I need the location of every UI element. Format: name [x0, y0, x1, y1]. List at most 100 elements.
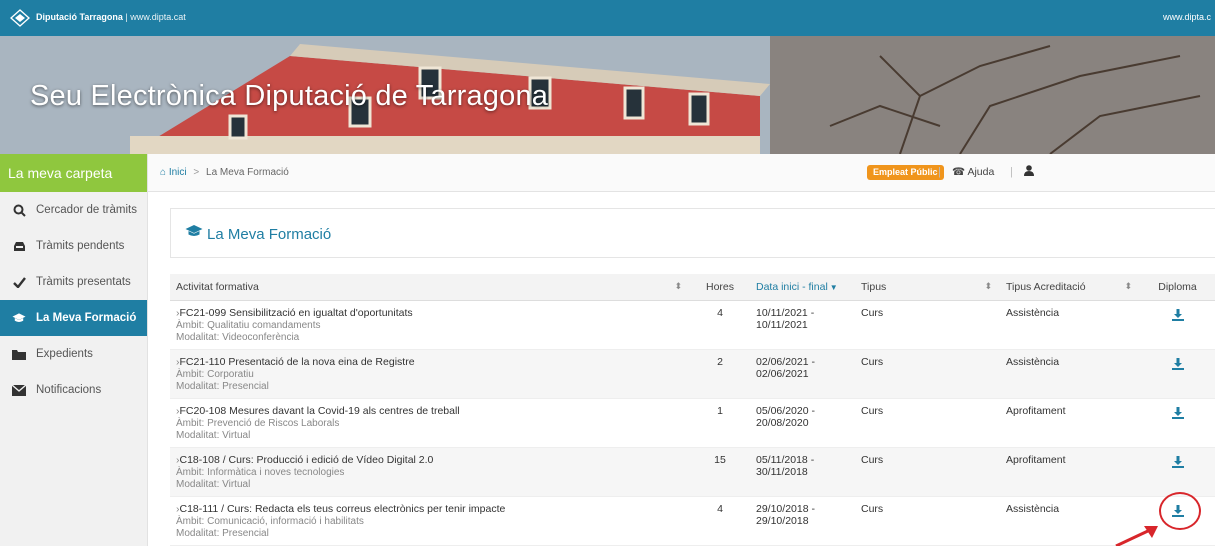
type-cell: Curs — [855, 398, 1000, 448]
breadcrumb-home-link[interactable]: Inici — [169, 167, 187, 178]
sort-icon[interactable]: ⬍ — [984, 281, 992, 292]
column-header-acreditacio[interactable]: Tipus Acreditació ⬍ — [1000, 274, 1140, 301]
sidebar-heading: La meva carpeta — [0, 154, 147, 192]
sidebar-item-label: Cercador de tràmits — [36, 204, 137, 216]
column-header-tipus[interactable]: Tipus ⬍ — [855, 274, 1000, 301]
breadcrumb: ⌂ Inici > La Meva Formació — [160, 167, 289, 178]
download-icon[interactable] — [1171, 357, 1184, 370]
breadcrumb-current: La Meva Formació — [206, 167, 289, 178]
sidebar-item-label: Tràmits presentats — [36, 276, 131, 288]
breadcrumb-separator: > — [193, 167, 200, 178]
activity-title[interactable]: C18-108 / Curs: Producció i edició de Ví… — [180, 454, 434, 466]
table-row[interactable]: ›FC21-099 Sensibilització en igualtat d'… — [170, 300, 1215, 350]
activity-ambit: Àmbit: Qualitatiu comandaments — [176, 319, 321, 331]
header-divider: | — [938, 166, 941, 178]
header-banner: Seu Electrònica Diputació de Tarragona — [0, 36, 1215, 154]
sort-desc-icon[interactable]: ▼ — [830, 283, 838, 292]
accreditation-cell: Aprofitament — [1000, 447, 1140, 497]
type-cell: Curs — [855, 300, 1000, 350]
column-header-hores[interactable]: Hores — [690, 274, 750, 301]
sidebar-item-label: Notificacions — [36, 384, 102, 396]
sidebar-item-formacio[interactable]: La Meva Formació — [0, 300, 147, 336]
phone-icon: ☎ — [952, 166, 966, 178]
type-cell: Curs — [855, 447, 1000, 497]
sidebar-item-notificacions[interactable]: Notificacions — [0, 372, 147, 408]
table-row[interactable]: ›FC20-108 Mesures davant la Covid-19 als… — [170, 398, 1215, 448]
activity-modalitat: Modalitat: Presencial — [176, 527, 269, 539]
activity-title[interactable]: FC20-108 Mesures davant la Covid-19 als … — [180, 405, 460, 417]
dates-cell: 05/11/2018 -30/11/2018 — [750, 447, 855, 497]
diputacio-logo-icon[interactable] — [10, 9, 30, 27]
activity-title[interactable]: C18-111 / Curs: Redacta els teus correus… — [180, 503, 506, 515]
envelope-icon — [12, 383, 26, 397]
dates-cell: 10/11/2021 -10/11/2021 — [750, 300, 855, 350]
highlight-arrow-icon — [1115, 526, 1158, 546]
download-icon[interactable] — [1171, 308, 1184, 321]
home-icon[interactable]: ⌂ — [160, 167, 166, 178]
activity-title[interactable]: FC21-099 Sensibilització en igualtat d'o… — [180, 307, 413, 319]
sidebar: La meva carpeta Cercador de tràmits Tràm… — [0, 154, 148, 546]
accreditation-cell: Assistència — [1000, 349, 1140, 399]
sort-icon[interactable]: ⬍ — [674, 281, 682, 292]
dates-cell: 02/06/2021 -02/06/2021 — [750, 349, 855, 399]
page-title: La Meva Formació — [207, 226, 332, 243]
download-icon[interactable] — [1171, 406, 1184, 419]
breadcrumb-bar: ⌂ Inici > La Meva Formació Empleat Públi… — [148, 154, 1215, 192]
highlight-circle — [1159, 492, 1201, 530]
activity-cell[interactable]: ›FC21-099 Sensibilització en igualtat d'… — [170, 300, 690, 350]
activity-modalitat: Modalitat: Virtual — [176, 478, 251, 490]
column-header-diploma[interactable]: Diploma — [1140, 274, 1215, 301]
table-row[interactable]: ›C18-111 / Curs: Redacta els teus correu… — [170, 496, 1215, 546]
search-icon — [12, 203, 26, 217]
hours-cell: 1 — [690, 398, 750, 448]
column-header-data[interactable]: Data inici - final ▼ — [750, 274, 855, 301]
hours-cell: 2 — [690, 349, 750, 399]
sidebar-item-label: Tràmits pendents — [36, 240, 125, 252]
empleat-public-badge[interactable]: Empleat Públic — [867, 165, 944, 180]
sidebar-item-cercador[interactable]: Cercador de tràmits — [0, 192, 147, 228]
help-link[interactable]: ☎ Ajuda — [952, 166, 994, 178]
graduation-cap-icon — [185, 224, 203, 243]
brand-name[interactable]: Diputació Tarragona | www.dipta.cat — [36, 12, 186, 22]
sidebar-item-presentats[interactable]: Tràmits presentats — [0, 264, 147, 300]
activity-modalitat: Modalitat: Videoconferència — [176, 331, 300, 343]
table-header-row: Activitat formativa ⬍ Hores Data inici - … — [170, 274, 1215, 301]
hours-cell: 4 — [690, 496, 750, 546]
activity-cell[interactable]: ›C18-108 / Curs: Producció i edició de V… — [170, 447, 690, 497]
activity-cell[interactable]: ›FC20-108 Mesures davant la Covid-19 als… — [170, 398, 690, 448]
hours-cell: 15 — [690, 447, 750, 497]
table-row[interactable]: ›FC21-110 Presentació de la nova eina de… — [170, 349, 1215, 399]
sidebar-item-label: Expedients — [36, 348, 93, 360]
dates-cell: 05/06/2020 -20/08/2020 — [750, 398, 855, 448]
diploma-cell — [1140, 349, 1215, 399]
check-icon — [12, 275, 26, 289]
activity-title[interactable]: FC21-110 Presentació de la nova eina de … — [180, 356, 415, 368]
top-bar: Diputació Tarragona | www.dipta.cat www.… — [0, 0, 1215, 36]
sort-icon[interactable]: ⬍ — [1124, 281, 1132, 292]
activity-ambit: Àmbit: Informàtica i noves tecnologies — [176, 466, 345, 478]
sidebar-item-label: La Meva Formació — [36, 312, 137, 324]
user-icon[interactable] — [1024, 165, 1034, 179]
folder-icon — [12, 347, 26, 361]
diploma-cell — [1140, 398, 1215, 448]
diploma-cell — [1140, 447, 1215, 497]
download-icon[interactable] — [1171, 455, 1184, 468]
activity-modalitat: Modalitat: Presencial — [176, 380, 269, 392]
sidebar-item-pendents[interactable]: Tràmits pendents — [0, 228, 147, 264]
type-cell: Curs — [855, 496, 1000, 546]
activity-cell[interactable]: ›FC21-110 Presentació de la nova eina de… — [170, 349, 690, 399]
inbox-icon — [12, 239, 26, 253]
top-right-url[interactable]: www.dipta.c — [1163, 12, 1211, 22]
type-cell: Curs — [855, 349, 1000, 399]
sidebar-item-expedients[interactable]: Expedients — [0, 336, 147, 372]
page-heading-panel: La Meva Formació — [170, 208, 1215, 258]
activity-ambit: Àmbit: Corporatiu — [176, 368, 254, 380]
training-table: Activitat formativa ⬍ Hores Data inici - … — [170, 274, 1215, 546]
hours-cell: 4 — [690, 300, 750, 350]
activity-cell[interactable]: ›C18-111 / Curs: Redacta els teus correu… — [170, 496, 690, 546]
header-divider: | — [1010, 166, 1013, 178]
column-header-activitat[interactable]: Activitat formativa ⬍ — [170, 274, 690, 301]
banner-title: Seu Electrònica Diputació de Tarragona — [30, 80, 549, 112]
accreditation-cell: Assistència — [1000, 300, 1140, 350]
table-row[interactable]: ›C18-108 / Curs: Producció i edició de V… — [170, 447, 1215, 497]
